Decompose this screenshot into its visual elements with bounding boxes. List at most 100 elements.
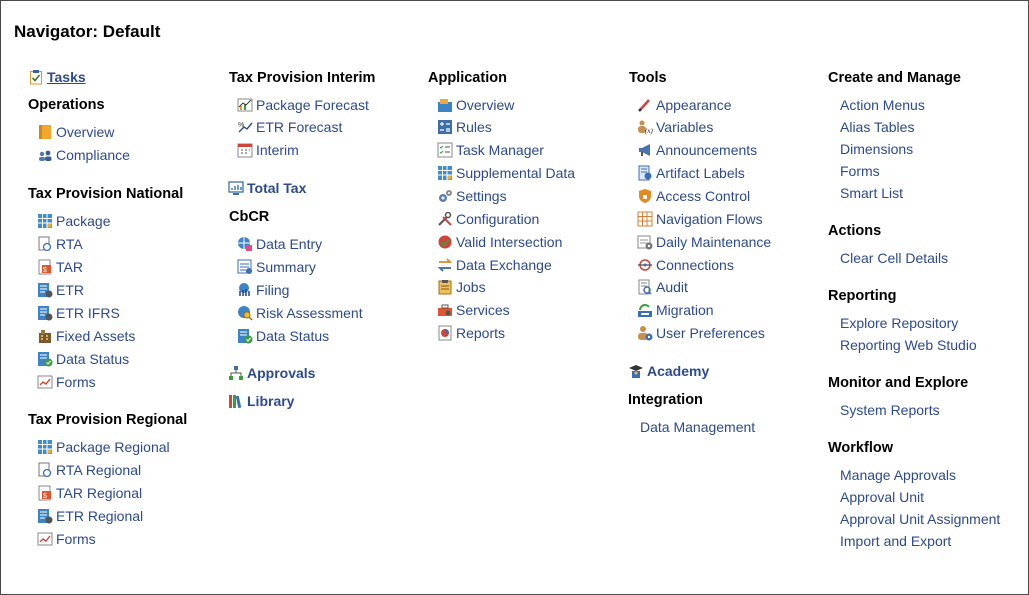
tax-provision-regional-heading: Tax Provision Regional	[28, 412, 188, 428]
nav-item-clear-cell-details[interactable]: Clear Cell Details	[840, 250, 948, 266]
nav-item-supplemental-data[interactable]: Supplemental Data	[437, 163, 575, 183]
nav-item-rules[interactable]: Rules	[437, 117, 492, 137]
svg-text:(x): (x)	[645, 127, 653, 135]
flow-grid-icon	[637, 211, 653, 227]
reporting-heading: Reporting	[828, 288, 897, 304]
navigator-panel: Navigator: Default Tasks Operations Over…	[0, 0, 1029, 595]
nav-item-daily-maintenance[interactable]: Daily Maintenance	[637, 232, 771, 252]
nav-item-artifact-labels[interactable]: Artifact Labels	[637, 163, 745, 183]
nav-item-navigation-flows[interactable]: Navigation Flows	[637, 209, 763, 229]
calendar-icon	[237, 142, 253, 158]
percent-trend-icon: %	[237, 119, 253, 135]
nav-item-manage-approvals[interactable]: Manage Approvals	[840, 467, 956, 483]
nav-item-cbcr-data-status[interactable]: Data Status	[237, 326, 329, 346]
monitor-chart-icon	[228, 180, 244, 196]
page-title: Navigator: Default	[14, 22, 161, 41]
nav-item-rta[interactable]: RTA	[37, 234, 83, 254]
nav-item-action-menus[interactable]: Action Menus	[840, 97, 925, 113]
nav-item-etr-forecast[interactable]: % ETR Forecast	[237, 117, 342, 137]
calculator-doc-icon	[37, 508, 53, 524]
nav-item-reporting-web-studio[interactable]: Reporting Web Studio	[840, 337, 977, 353]
nav-item-data-entry[interactable]: Data Entry	[237, 234, 322, 254]
academy-cap-icon	[628, 363, 644, 379]
nav-item-rta-regional[interactable]: RTA Regional	[37, 460, 141, 480]
nav-item-access-control[interactable]: Access Control	[637, 186, 750, 206]
shield-icon	[637, 188, 653, 204]
toolbox-icon	[437, 302, 453, 318]
nav-item-package-forecast[interactable]: Package Forecast	[237, 95, 369, 115]
nav-item-package[interactable]: Package	[37, 211, 110, 231]
calendar-gear-icon	[637, 234, 653, 250]
approvals-link[interactable]: Approvals	[228, 363, 315, 383]
workflow-heading: Workflow	[828, 440, 893, 456]
nav-item-compliance[interactable]: Compliance	[37, 145, 130, 165]
nav-item-connections[interactable]: Connections	[637, 255, 734, 275]
nav-item-fixed-assets[interactable]: Fixed Assets	[37, 326, 135, 346]
nav-item-tar[interactable]: $ TAR	[37, 257, 83, 277]
globe-search-icon	[237, 305, 253, 321]
users-icon	[37, 147, 53, 163]
label-doc-icon	[637, 165, 653, 181]
nav-item-settings[interactable]: Settings	[437, 186, 507, 206]
svg-text:%: %	[238, 122, 244, 129]
nav-item-migration[interactable]: Migration	[637, 300, 714, 320]
nav-item-valid-intersection[interactable]: Valid Intersection	[437, 232, 562, 252]
nav-item-data-status[interactable]: Data Status	[37, 349, 129, 369]
line-chart-icon	[237, 97, 253, 113]
library-link[interactable]: Library	[228, 391, 294, 411]
nav-item-forms[interactable]: Forms	[37, 372, 96, 392]
nav-item-reports[interactable]: Reports	[437, 323, 505, 343]
nav-item-appearance[interactable]: Appearance	[637, 95, 732, 115]
academy-link[interactable]: Academy	[628, 361, 709, 381]
nav-item-jobs[interactable]: Jobs	[437, 277, 486, 297]
nav-item-forms-regional[interactable]: Forms	[37, 529, 96, 549]
app-overview-icon	[437, 97, 453, 113]
nav-item-etr-regional[interactable]: ETR Regional	[37, 506, 143, 526]
form-chart-icon	[37, 374, 53, 390]
exchange-arrows-icon	[437, 257, 453, 273]
nav-item-explore-repository[interactable]: Explore Repository	[840, 315, 958, 331]
task-list-icon	[437, 142, 453, 158]
nav-item-filing[interactable]: Filing	[237, 280, 289, 300]
nav-item-overview[interactable]: Overview	[37, 122, 114, 142]
nav-item-task-manager[interactable]: Task Manager	[437, 140, 544, 160]
nav-item-data-management[interactable]: Data Management	[640, 419, 755, 435]
valid-check-icon	[437, 234, 453, 250]
nav-item-approval-unit-assignment[interactable]: Approval Unit Assignment	[840, 511, 1000, 527]
nav-item-package-regional[interactable]: Package Regional	[37, 437, 170, 457]
nav-item-audit[interactable]: Audit	[637, 277, 688, 297]
nav-item-risk-assessment[interactable]: Risk Assessment	[237, 303, 363, 323]
nav-item-system-reports[interactable]: System Reports	[840, 402, 940, 418]
status-check-icon	[37, 351, 53, 367]
nav-item-variables[interactable]: (x) Variables	[637, 117, 713, 137]
nav-item-user-preferences[interactable]: User Preferences	[637, 323, 765, 343]
user-settings-icon	[637, 325, 653, 341]
nav-item-alias-tables[interactable]: Alias Tables	[840, 119, 914, 135]
nav-item-interim[interactable]: Interim	[237, 140, 299, 160]
nav-item-announcements[interactable]: Announcements	[637, 140, 757, 160]
nav-item-data-exchange[interactable]: Data Exchange	[437, 255, 552, 275]
grid-data-icon	[437, 165, 453, 181]
nav-item-services[interactable]: Services	[437, 300, 510, 320]
form-chart-icon	[37, 531, 53, 547]
total-tax-link[interactable]: Total Tax	[228, 178, 306, 198]
book-icon	[37, 124, 53, 140]
nav-item-app-overview[interactable]: Overview	[437, 95, 514, 115]
nav-item-etr-ifrs[interactable]: ETR IFRS	[37, 303, 120, 323]
tasks-link[interactable]: Tasks	[28, 67, 86, 87]
nav-item-tar-regional[interactable]: $ TAR Regional	[37, 483, 142, 503]
connection-icon	[637, 257, 653, 273]
nav-item-summary[interactable]: Summary	[237, 257, 316, 277]
create-and-manage-heading: Create and Manage	[828, 70, 961, 86]
nav-item-configuration[interactable]: Configuration	[437, 209, 539, 229]
nav-item-dimensions[interactable]: Dimensions	[840, 141, 913, 157]
nav-item-import-and-export[interactable]: Import and Export	[840, 533, 951, 549]
nav-item-approval-unit[interactable]: Approval Unit	[840, 489, 924, 505]
tax-provision-national-heading: Tax Provision National	[28, 186, 184, 202]
operations-heading: Operations	[28, 97, 105, 113]
nav-item-etr[interactable]: ETR	[37, 280, 84, 300]
actions-heading: Actions	[828, 223, 882, 239]
report-pie-icon	[437, 325, 453, 341]
nav-item-create-forms[interactable]: Forms	[840, 163, 880, 179]
nav-item-smart-list[interactable]: Smart List	[840, 185, 903, 201]
